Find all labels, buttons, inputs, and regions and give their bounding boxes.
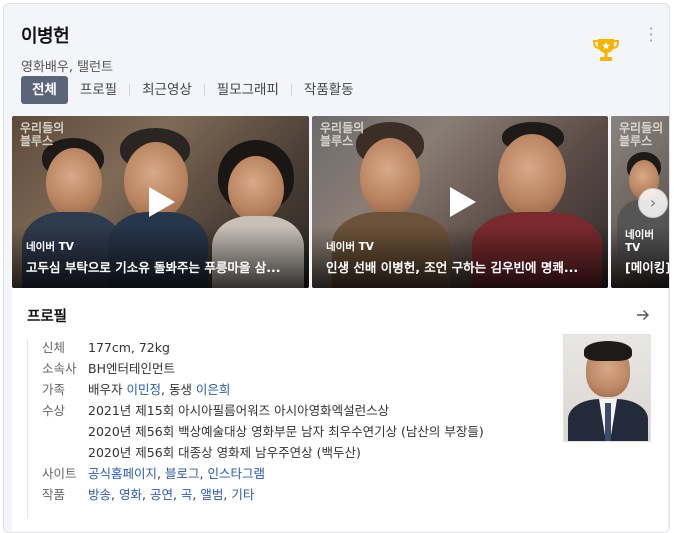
tab-recent-videos[interactable]: 최근영상	[130, 76, 204, 104]
chevron-right-icon: ›	[649, 193, 657, 212]
works-link-etc[interactable]: 기타	[231, 487, 254, 502]
tab-filmography[interactable]: 필모그래피	[205, 76, 291, 104]
video-source: 네이버 TV	[625, 229, 654, 254]
tab-profile[interactable]: 프로필	[68, 76, 129, 104]
arrow-right-icon[interactable]	[635, 307, 651, 323]
site-link-blog[interactable]: 블로그	[165, 466, 200, 481]
family-sibling-link[interactable]: 이은희	[196, 382, 231, 397]
profile-row-site: 사이트 공식홈페이지, 블로그, 인스타그램	[42, 463, 484, 484]
tab-all[interactable]: 전체	[21, 76, 68, 104]
video-card[interactable]: 우리들의 블루스 네이버 TV 고두심 부탁으로 기소유 돌봐주는 푸릉마을 삼…	[12, 116, 309, 288]
family-relation: , 동생	[161, 382, 196, 397]
video-title[interactable]: [메이킹]	[625, 257, 669, 276]
profile-label: 소속사	[42, 361, 77, 376]
site-links: 공식홈페이지, 블로그, 인스타그램	[88, 466, 265, 481]
profile-label: 수상	[42, 403, 66, 418]
video-source: 네이버 TV	[326, 241, 374, 253]
profile-row-agency: 소속사 BH엔터테인먼트	[42, 358, 484, 379]
works-link-performance[interactable]: 공연	[150, 487, 173, 502]
site-link-official[interactable]: 공식홈페이지	[88, 466, 157, 481]
profile-value: 177cm, 72kg	[88, 340, 170, 355]
profile-label: 사이트	[42, 466, 77, 481]
profile-label: 가족	[42, 382, 66, 397]
profile-value: 배우자 이민정, 동생 이은희	[88, 379, 230, 400]
profile-label: 작품	[42, 487, 66, 502]
trophy-icon[interactable]	[590, 34, 622, 66]
series-logo: 우리들의 블루스	[619, 121, 664, 148]
series-logo: 우리들의 블루스	[320, 121, 365, 148]
profile-heading[interactable]: 프로필	[27, 305, 67, 326]
play-icon[interactable]	[143, 185, 177, 219]
family-relation: 배우자	[88, 382, 127, 397]
site-link-instagram[interactable]: 인스타그램	[207, 466, 265, 481]
profile-label: 신체	[42, 340, 66, 355]
person-header: 이병헌 영화배우, 탤런트	[21, 22, 113, 75]
works-link-broadcast[interactable]: 방송	[88, 487, 111, 502]
tab-bar: 전체 프로필 최근영상 필모그래피 작품활동	[21, 76, 366, 104]
agency-link[interactable]: BH엔터테인먼트	[88, 358, 175, 379]
profile-row-family: 가족 배우자 이민정, 동생 이은희	[42, 379, 484, 400]
person-subtitle: 영화배우, 탤런트	[21, 60, 113, 75]
award-item: 2020년 제56회 대종상 영화제 남우주연상 (백두산)	[88, 445, 361, 460]
profile-info-list: 신체 177cm, 72kg 소속사 BH엔터테인먼트 가족 배우자 이민정, …	[42, 337, 484, 505]
play-icon[interactable]	[444, 185, 478, 219]
tab-works[interactable]: 작품활동	[292, 76, 366, 104]
awards-list: 2021년 제15회 아시아필름어워즈 아시아영화엑설런스상 2020년 제56…	[88, 400, 484, 463]
profile-divider	[27, 339, 28, 519]
award-item: 2020년 제56회 백상예술대상 영화부문 남자 최우수연기상 (남산의 부장…	[88, 424, 484, 439]
profile-row-works: 작품 방송, 영화, 공연, 곡, 앨범, 기타	[42, 484, 484, 505]
video-title[interactable]: 인생 선배 이병헌, 조언 구하는 김우빈에 명쾌...	[326, 257, 598, 276]
works-link-film[interactable]: 영화	[119, 487, 142, 502]
works-links: 방송, 영화, 공연, 곡, 앨범, 기타	[88, 487, 255, 502]
works-link-album[interactable]: 앨범	[200, 487, 223, 502]
award-item: 2021년 제15회 아시아필름어워즈 아시아영화엑설런스상	[88, 403, 390, 418]
series-logo: 우리들의 블루스	[20, 121, 65, 148]
carousel-next-button[interactable]: ›	[638, 188, 668, 218]
video-card[interactable]: 우리들의 블루스 네이버 TV 인생 선배 이병헌, 조언 구하는 김우빈에 명…	[312, 116, 608, 288]
video-carousel: 우리들의 블루스 네이버 TV 고두심 부탁으로 기소유 돌봐주는 푸릉마을 삼…	[12, 116, 669, 288]
person-card: 이병헌 영화배우, 탤런트 · · · 전체 프로필 최근영상 필모그래피 작품활동	[3, 3, 670, 533]
person-name[interactable]: 이병헌	[21, 22, 113, 48]
family-spouse-link[interactable]: 이민정	[126, 382, 161, 397]
video-title[interactable]: 고두심 부탁으로 기소유 돌봐주는 푸릉마을 삼...	[26, 257, 299, 276]
video-source: 네이버 TV	[26, 241, 74, 253]
works-link-song[interactable]: 곡	[181, 487, 193, 502]
more-vertical-icon[interactable]: · · ·	[646, 21, 656, 49]
profile-section: 프로필 신체 177cm, 72kg 소속사 BH엔터테인먼트 가족 배우자 이…	[12, 288, 668, 532]
profile-row-body: 신체 177cm, 72kg	[42, 337, 484, 358]
profile-row-awards: 수상 2021년 제15회 아시아필름어워즈 아시아영화엑설런스상 2020년 …	[42, 400, 484, 463]
profile-photo[interactable]	[563, 334, 651, 442]
